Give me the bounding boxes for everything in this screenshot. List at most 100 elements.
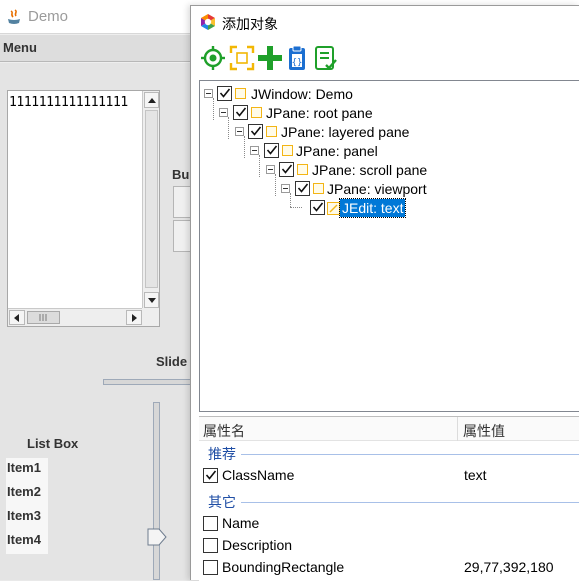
property-row[interactable]: Name bbox=[199, 513, 579, 535]
scroll-right-button[interactable] bbox=[126, 310, 142, 325]
tree-node-selected[interactable]: JEdit: text bbox=[200, 198, 420, 218]
dialog-title: 添加对象 bbox=[222, 17, 278, 33]
group-title: 推荐 bbox=[208, 447, 236, 463]
dialog-toolbar: {} bbox=[191, 39, 579, 77]
collapse-icon[interactable] bbox=[219, 108, 228, 117]
scroll-down-button[interactable] bbox=[144, 292, 159, 308]
group-divider bbox=[241, 454, 579, 455]
tree-node[interactable]: JPane: scroll pane bbox=[200, 161, 440, 180]
grip-icon bbox=[39, 314, 47, 321]
column-divider[interactable] bbox=[457, 417, 458, 441]
target-icon bbox=[201, 46, 225, 70]
properties-panel: 属性名 属性值 推荐 ClassName text 其它 Name Descri… bbox=[199, 416, 579, 581]
properties-header: 属性名 属性值 bbox=[199, 417, 579, 441]
horizontal-slider[interactable] bbox=[103, 379, 195, 385]
check-icon bbox=[312, 202, 324, 212]
tree-node[interactable]: JPane: panel bbox=[200, 142, 400, 161]
check-icon bbox=[235, 107, 247, 117]
tree-node-checkbox[interactable] bbox=[295, 181, 310, 196]
vertical-scrollbar[interactable] bbox=[142, 91, 159, 309]
capture-region-button[interactable] bbox=[228, 44, 256, 72]
add-icon bbox=[258, 46, 282, 70]
property-checkbox[interactable] bbox=[203, 468, 218, 483]
group-title: 其它 bbox=[208, 495, 236, 511]
list-box-label: List Box bbox=[27, 436, 79, 451]
column-header-value[interactable]: 属性值 bbox=[463, 421, 505, 441]
tree-node[interactable]: JPane: root pane bbox=[200, 104, 420, 123]
scroll-left-button[interactable] bbox=[9, 310, 25, 325]
tree-node-label: JWindow: Demo bbox=[251, 86, 353, 102]
check-icon bbox=[205, 470, 217, 480]
tree-node[interactable]: JPane: layered pane bbox=[200, 123, 440, 142]
tree-node-label: JPane: viewport bbox=[327, 181, 427, 197]
tree-node-checkbox[interactable] bbox=[233, 105, 248, 120]
vertical-slider[interactable] bbox=[153, 402, 160, 580]
group-divider bbox=[241, 502, 579, 503]
tree-node-label: JPane: layered pane bbox=[281, 124, 410, 140]
check-icon bbox=[250, 126, 262, 136]
clipboard-button[interactable]: {} bbox=[284, 44, 312, 72]
property-row[interactable]: BoundingRectangle 29,77,392,180 bbox=[199, 557, 579, 579]
property-checkbox[interactable] bbox=[203, 560, 218, 575]
property-checkbox[interactable] bbox=[203, 516, 218, 531]
horizontal-scrollbar[interactable] bbox=[8, 308, 143, 326]
slider-thumb[interactable] bbox=[147, 528, 167, 546]
property-row[interactable]: Description bbox=[199, 535, 579, 557]
tree-node-checkbox[interactable] bbox=[264, 143, 279, 158]
target-button[interactable] bbox=[199, 44, 227, 72]
column-header-name[interactable]: 属性名 bbox=[203, 421, 245, 441]
property-value: 29,77,392,180 bbox=[464, 559, 554, 575]
edit-node-icon bbox=[327, 202, 340, 215]
list-box[interactable]: Item1 Item2 Item3 Item4 bbox=[6, 458, 48, 554]
check-icon bbox=[266, 145, 278, 155]
collapse-icon[interactable] bbox=[281, 184, 290, 193]
tree-node-label: JPane: panel bbox=[296, 143, 378, 159]
horizontal-scroll-thumb[interactable] bbox=[27, 311, 60, 324]
checklist-button[interactable] bbox=[312, 44, 340, 72]
collapse-icon[interactable] bbox=[250, 146, 259, 155]
tree-node-checkbox[interactable] bbox=[217, 86, 232, 101]
app-logo-icon bbox=[201, 14, 215, 30]
pane-node-icon bbox=[266, 126, 277, 137]
tree-node[interactable]: JWindow: Demo bbox=[200, 85, 400, 104]
checklist-icon bbox=[315, 46, 337, 70]
text-area[interactable]: 1111111111111111 bbox=[9, 95, 141, 110]
check-icon bbox=[219, 88, 231, 98]
check-icon bbox=[281, 164, 293, 174]
text-area-scroll-pane[interactable]: 1111111111111111 bbox=[7, 90, 160, 327]
collapse-icon[interactable] bbox=[204, 89, 213, 98]
group-header-other: 其它 bbox=[199, 490, 579, 512]
check-icon bbox=[297, 183, 309, 193]
arrow-left-icon bbox=[14, 314, 19, 322]
slider-section-label: Slide bbox=[156, 354, 188, 369]
capture-region-icon bbox=[229, 45, 255, 71]
arrow-up-icon bbox=[148, 98, 156, 103]
scroll-up-button[interactable] bbox=[144, 92, 159, 108]
add-button[interactable] bbox=[256, 44, 284, 72]
list-item[interactable]: Item3 bbox=[6, 506, 48, 530]
property-value: text bbox=[464, 467, 487, 483]
property-name: BoundingRectangle bbox=[222, 559, 345, 575]
property-checkbox[interactable] bbox=[203, 538, 218, 553]
svg-text:{}: {} bbox=[292, 58, 303, 68]
object-tree[interactable]: JWindow: Demo JPane: root pane JPane: la… bbox=[199, 80, 579, 412]
property-row[interactable]: ClassName text bbox=[199, 465, 579, 487]
pane-node-icon bbox=[297, 164, 308, 175]
tree-node-checkbox[interactable] bbox=[248, 124, 263, 139]
list-item[interactable]: Item2 bbox=[6, 482, 48, 506]
list-item[interactable]: Item1 bbox=[6, 458, 48, 482]
pane-node-icon bbox=[282, 145, 293, 156]
collapse-icon[interactable] bbox=[235, 127, 244, 136]
dialog-titlebar[interactable]: 添加对象 bbox=[191, 6, 579, 37]
clipboard-icon: {} bbox=[289, 45, 305, 70]
tree-node-checkbox[interactable] bbox=[279, 162, 294, 177]
property-name: Description bbox=[222, 537, 293, 553]
menu-item-menu[interactable]: Menu bbox=[3, 40, 37, 55]
list-item[interactable]: Item4 bbox=[6, 530, 48, 554]
tree-node-label: JEdit: text bbox=[338, 198, 407, 218]
button-section-label: Bu bbox=[172, 167, 190, 182]
tree-node-checkbox[interactable] bbox=[310, 200, 325, 215]
collapse-icon[interactable] bbox=[266, 165, 275, 174]
vertical-scroll-thumb[interactable] bbox=[145, 110, 158, 288]
tree-node[interactable]: JPane: viewport bbox=[200, 180, 460, 199]
